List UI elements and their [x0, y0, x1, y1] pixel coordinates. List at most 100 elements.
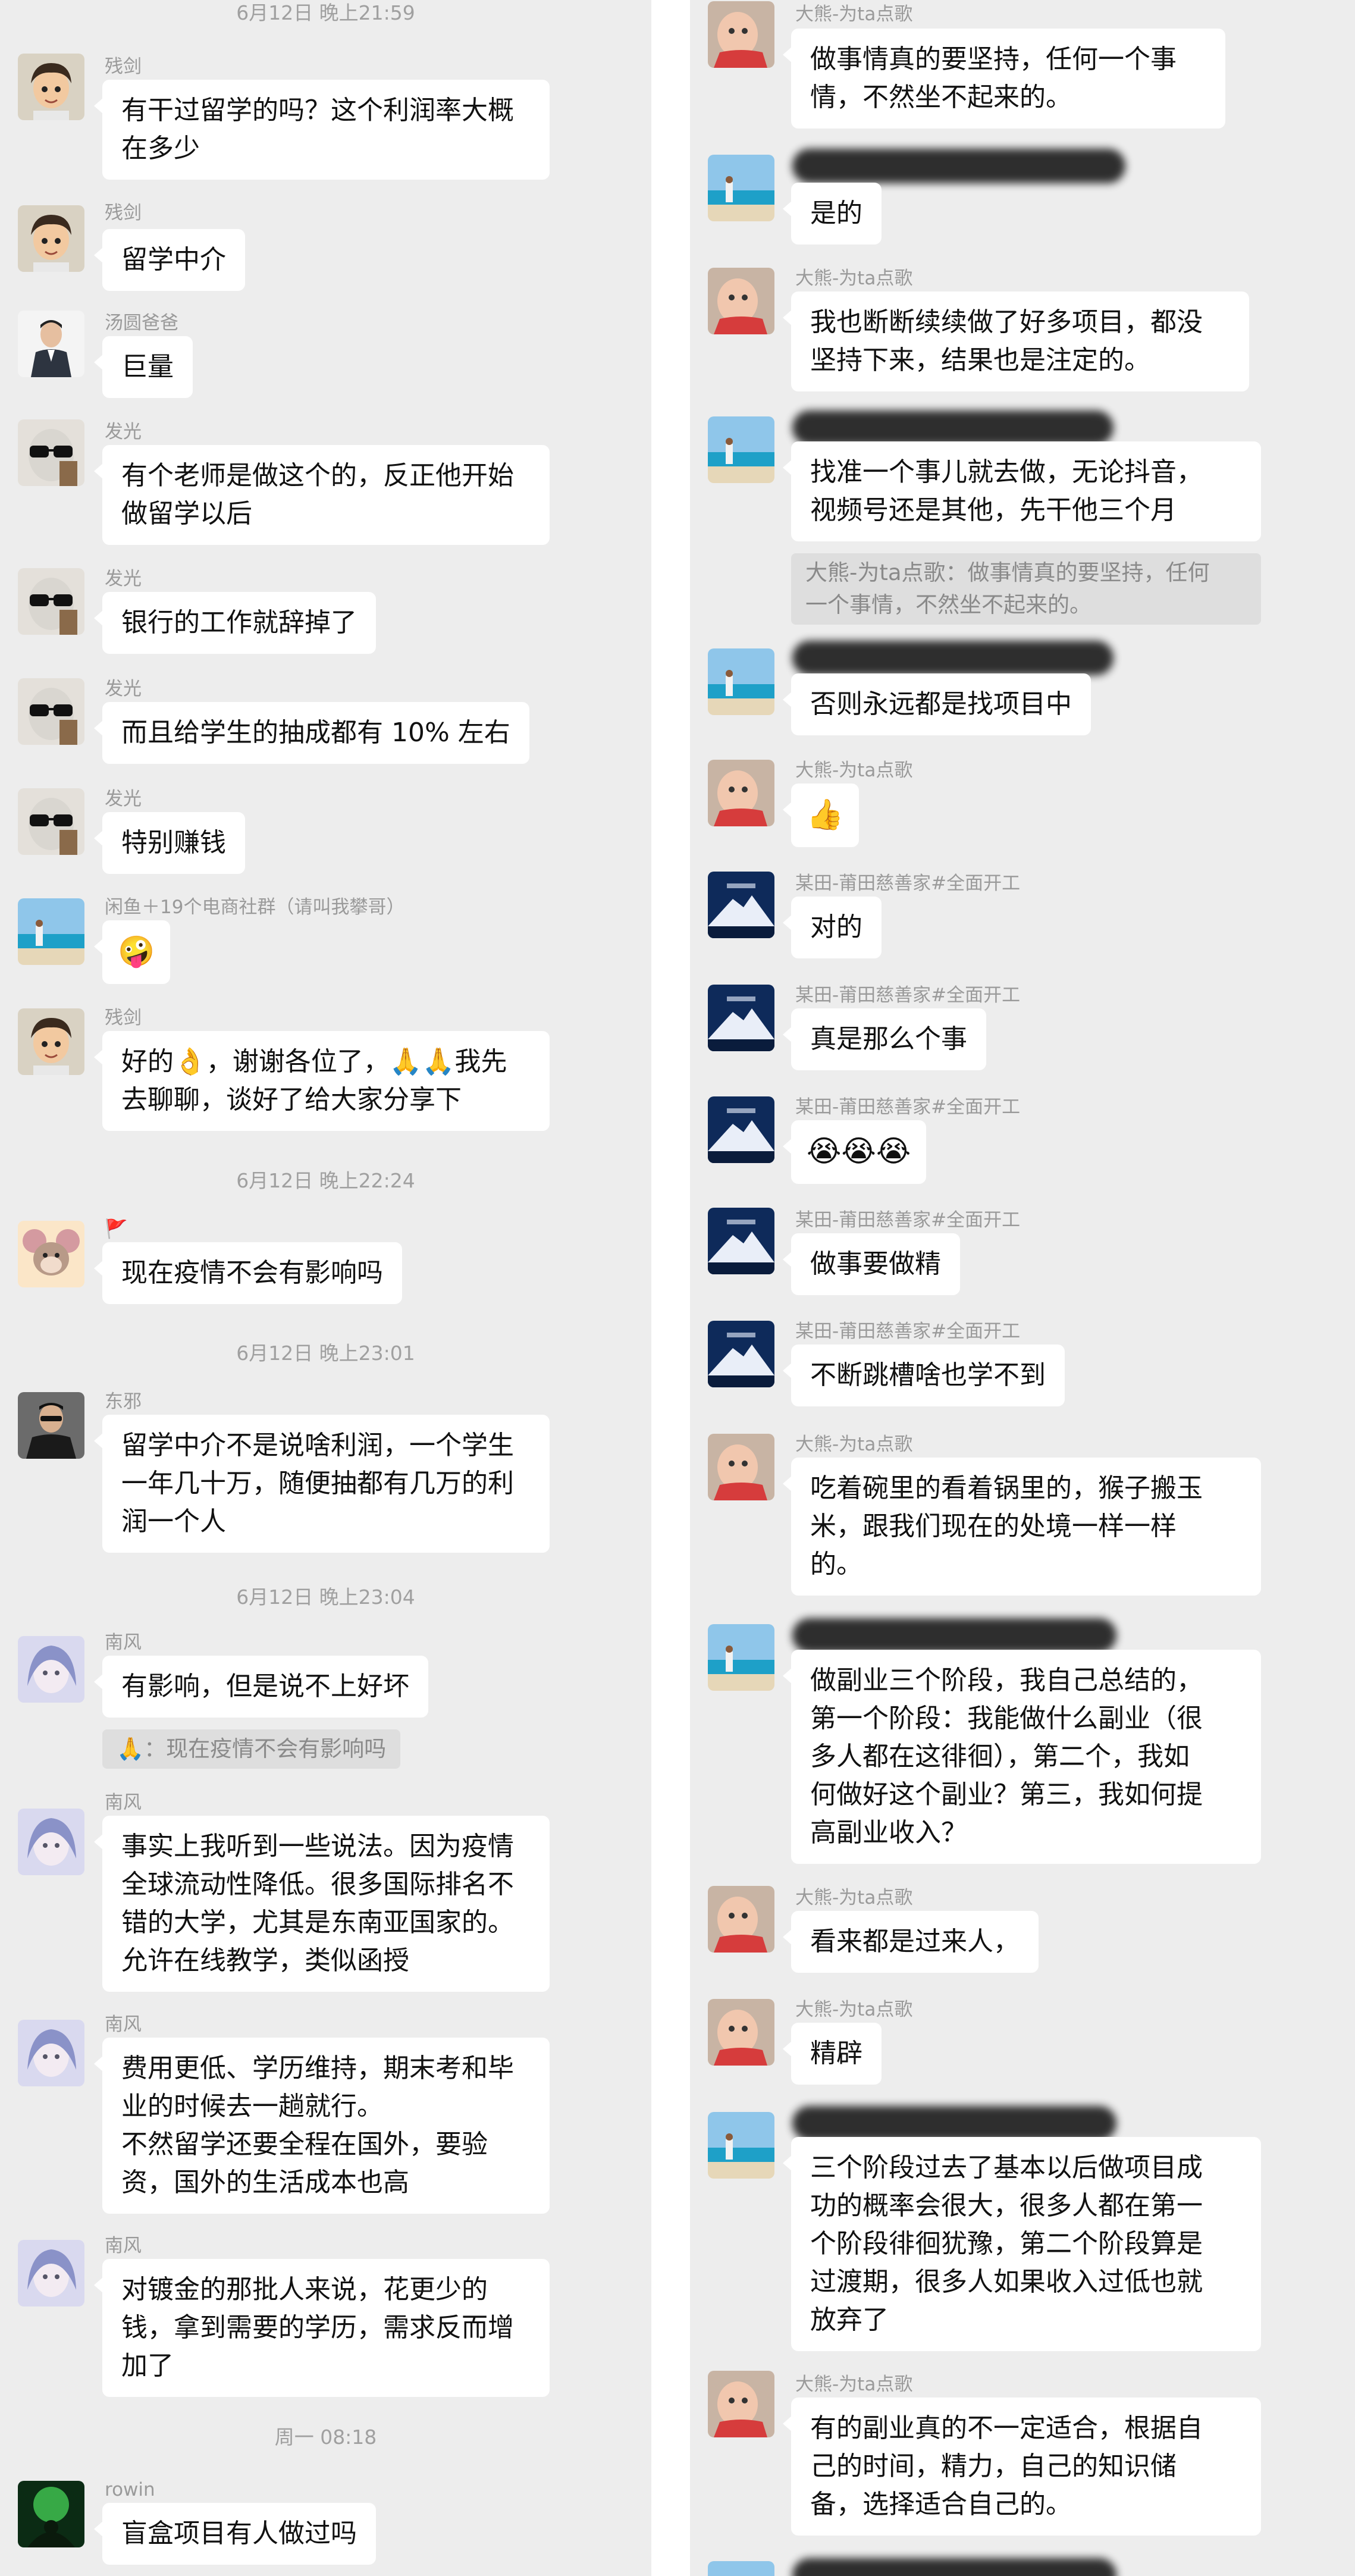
message-bubble[interactable]: 盲盒项目有人做过吗 [94, 2503, 376, 2565]
cartoon-mouse-avatar[interactable] [18, 1221, 84, 1287]
message-bubble[interactable]: 而且给学生的抽成都有 10% 左右 [94, 702, 529, 764]
beach-avatar[interactable] [708, 2112, 774, 2179]
sender-name: 某田-莆田慈善家#全面开工 [795, 1209, 1021, 1231]
baby-avatar[interactable] [708, 1886, 774, 1953]
message-bubble[interactable]: 找准一个事儿就去做，无论抖音， 视频号还是其他，先干他三个月 [783, 441, 1261, 541]
message-line: 真是那么个事 [810, 1024, 967, 1054]
message-line: 不然留学还要全程在国外，要验 [121, 2129, 488, 2160]
message-bubble[interactable]: 有个老师是做这个的，反正他开始 做留学以后 [94, 445, 550, 545]
message-bubble[interactable]: 吃着碗里的看着锅里的，猴子搬玉 米，跟我们现在的处境一样一样 的。 [783, 1458, 1261, 1596]
message-line: 多人都在这徘徊），第二个，我如 [810, 1741, 1190, 1772]
message-bubble[interactable]: 银行的工作就辞掉了 [94, 592, 376, 654]
message-bubble[interactable]: 留学中介不是说啥利润，一个学生 一年几十万，随便抽都有几万的利 润一个人 [94, 1415, 550, 1553]
mountain-avatar[interactable] [708, 1096, 774, 1163]
message-bubble[interactable]: 👍 [782, 784, 860, 847]
mountain-avatar[interactable] [708, 1321, 774, 1387]
sender-name: rowin [105, 2479, 155, 2500]
man-dark-avatar[interactable] [18, 1392, 84, 1459]
message-bubble[interactable]: 做事要做精 [783, 1233, 960, 1295]
message-bubble[interactable]: 😭😭😭 [782, 1120, 927, 1184]
message-bubble[interactable]: 现在疫情不会有影响吗 [94, 1242, 402, 1304]
sender-name: 某田-莆田慈善家#全面开工 [795, 1321, 1021, 1342]
sender-name: 发光 [105, 678, 142, 700]
timestamp: 周一 08:18 [274, 2425, 377, 2449]
cartoon-boy-avatar[interactable] [18, 1008, 84, 1075]
message-line: 润一个人 [121, 1506, 226, 1537]
quoted-message[interactable]: 大熊-为ta点歌：做事情真的要坚持，任何 一个事情，不然坐不起来的。 [791, 553, 1261, 625]
redacted-name [792, 149, 1125, 183]
message-bubble[interactable]: 不断跳槽啥也学不到 [783, 1345, 1065, 1406]
message-bubble[interactable]: 有影响，但是说不上好坏 [94, 1656, 428, 1718]
sender-name: 南风 [105, 2235, 142, 2257]
beach-avatar[interactable] [708, 155, 774, 221]
mountain-avatar[interactable] [708, 1208, 774, 1274]
sender-name: 大熊-为ta点歌 [795, 4, 913, 25]
message-bubble[interactable]: 巨量 [94, 336, 193, 398]
message-line: 有影响，但是说不上好坏 [121, 1671, 409, 1701]
sender-name: 大熊-为ta点歌 [795, 2374, 913, 2395]
message-line: 而且给学生的抽成都有 10% 左右 [121, 717, 510, 748]
message-bubble[interactable]: 特别赚钱 [94, 812, 245, 874]
sunglasses-avatar[interactable] [18, 788, 84, 855]
sunglasses-avatar[interactable] [18, 568, 84, 635]
anime-girl-avatar[interactable] [18, 2020, 84, 2086]
cartoon-boy-avatar[interactable] [18, 205, 84, 272]
message-line: 对镀金的那批人来说，花更少的 [121, 2274, 488, 2305]
message-bubble[interactable]: 对镀金的那批人来说，花更少的 钱，拿到需要的学历，需求反而增 加了 [94, 2259, 550, 2397]
message-bubble[interactable]: 精辟 [783, 2023, 882, 2085]
message-line: 是的 [810, 198, 862, 228]
mountain-avatar[interactable] [708, 872, 774, 938]
message-bubble[interactable]: 费用更低、学历维持，期末考和毕 业的时候去一趟就行。 不然留学还要全程在国外，要… [94, 2038, 550, 2214]
message-bubble[interactable]: 好的👌，谢谢各位了，🙏🙏我先 去聊聊，谈好了给大家分享下 [94, 1031, 550, 1131]
left-chat-column: 6月12日 晚上21:59 残剑 有干过留学的吗？这个利润率大概 在多少 残剑 … [0, 0, 651, 2576]
baby-avatar[interactable] [708, 2371, 774, 2437]
message-bubble[interactable]: 真是那么个事 [783, 1008, 986, 1070]
rowin-avatar[interactable] [18, 2481, 84, 2547]
message-bubble[interactable]: 我也断断续续做了好多项目，都没 坚持下来，结果也是注定的。 [783, 292, 1249, 391]
message-bubble[interactable]: 对的 [783, 897, 882, 958]
man-in-suit-avatar[interactable] [18, 311, 84, 377]
message-line: 错的大学，尤其是东南亚国家的。 [121, 1907, 514, 1938]
message-bubble[interactable]: 有干过留学的吗？这个利润率大概 在多少 [94, 80, 550, 180]
sunglasses-avatar[interactable] [18, 419, 84, 486]
sunglasses-avatar[interactable] [18, 678, 84, 745]
sender-name: 残剑 [105, 202, 142, 224]
sender-name: 大熊-为ta点歌 [795, 1999, 913, 2020]
redacted-name [792, 641, 1114, 675]
message-bubble[interactable]: 做副业三个阶段，我自己总结的， 第一个阶段：我能做什么副业（很 多人都在这徘徊）… [783, 1650, 1261, 1864]
message-bubble[interactable]: 有的副业真的不一定适合，根据自 己的时间，精力，自己的知识储 备，选择适合自己的… [783, 2398, 1261, 2536]
baby-avatar[interactable] [708, 1, 774, 68]
cartoon-boy-avatar[interactable] [18, 54, 84, 120]
message-line: 我也断断续续做了好多项目，都没 [810, 307, 1203, 337]
anime-girl-avatar[interactable] [18, 1636, 84, 1703]
baby-avatar[interactable] [708, 268, 774, 334]
anime-girl-avatar[interactable] [18, 2240, 84, 2307]
message-bubble[interactable]: 事实上我听到一些说法。因为疫情 全球流动性降低。很多国际排名不 错的大学，尤其是… [94, 1816, 550, 1992]
sender-name: 某田-莆田慈善家#全面开工 [795, 873, 1021, 894]
message-bubble[interactable]: 🤪 [93, 920, 171, 984]
message-line: 银行的工作就辞掉了 [121, 607, 357, 638]
beach-avatar[interactable] [18, 898, 84, 965]
message-bubble[interactable]: 是的 [783, 183, 882, 245]
message-bubble[interactable]: 否则永远都是找项目中 [783, 673, 1091, 735]
message-line: 费用更低、学历维持，期末考和毕 [121, 2053, 514, 2083]
message-bubble[interactable]: 留学中介 [94, 229, 245, 291]
baby-avatar[interactable] [708, 1434, 774, 1500]
emoji: 🤪 [118, 934, 155, 969]
anime-girl-avatar[interactable] [18, 1809, 84, 1875]
timestamp: 6月12日 晚上23:04 [236, 1585, 415, 1609]
baby-avatar[interactable] [708, 760, 774, 826]
message-bubble[interactable]: 三个阶段过去了基本以后做项目成 功的概率会很大，很多人都在第一 个阶段徘徊犹豫，… [783, 2137, 1261, 2351]
quoted-message[interactable]: 🙏：现在疫情不会有影响吗 [102, 1729, 401, 1769]
beach-avatar[interactable] [708, 416, 774, 483]
sender-name: 发光 [105, 568, 142, 590]
beach-avatar[interactable] [708, 2561, 774, 2576]
message-line: 个阶段徘徊犹豫，第二个阶段算是 [810, 2229, 1203, 2259]
message-line: 己的时间，精力，自己的知识储 [810, 2451, 1177, 2481]
mountain-avatar[interactable] [708, 985, 774, 1051]
beach-avatar[interactable] [708, 648, 774, 715]
baby-avatar[interactable] [708, 1999, 774, 2066]
beach-avatar[interactable] [708, 1624, 774, 1691]
message-bubble[interactable]: 看来都是过来人， [783, 1911, 1039, 1973]
message-bubble[interactable]: 做事情真的要坚持，任何一个事 情，不然坐不起来的。 [783, 29, 1225, 129]
